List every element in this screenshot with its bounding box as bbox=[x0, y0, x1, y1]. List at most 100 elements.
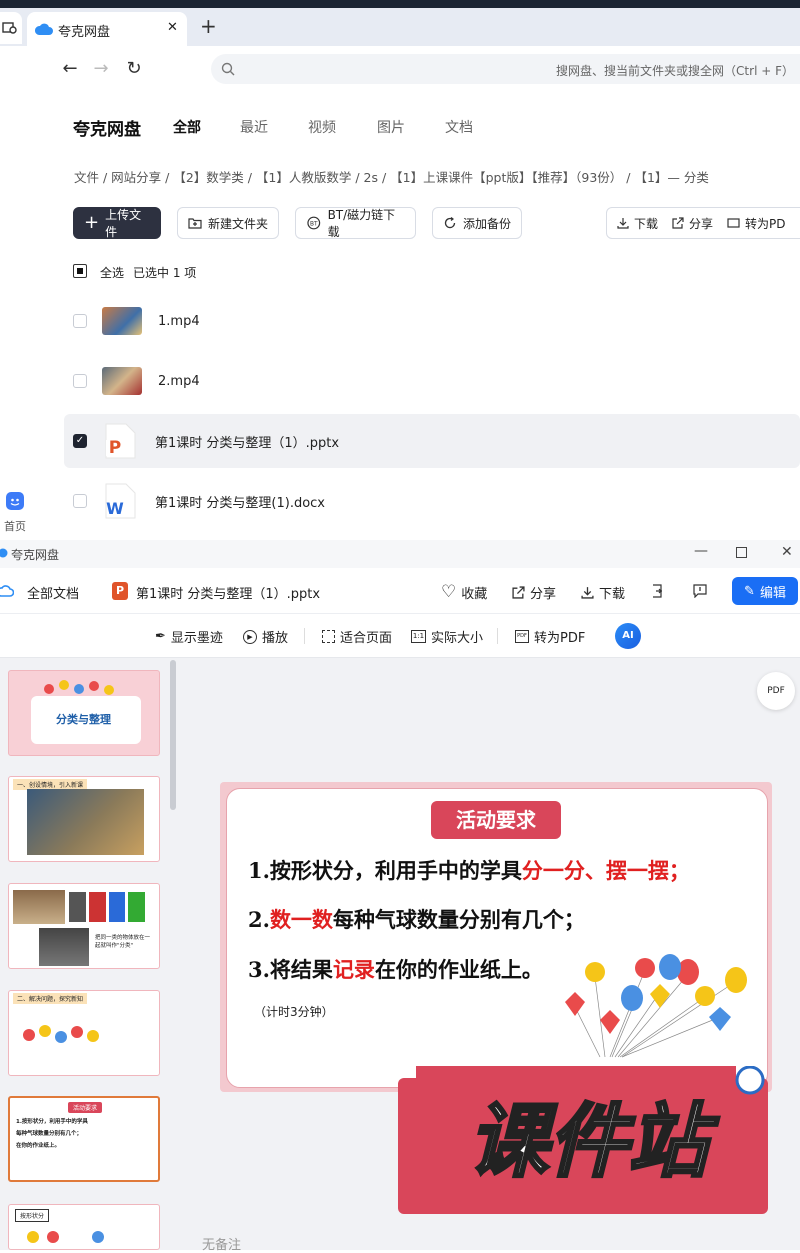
slide-thumbnail[interactable]: 分类与整理 bbox=[8, 670, 160, 756]
tab-docs[interactable]: 文档 bbox=[445, 117, 473, 137]
row-checkbox-checked[interactable]: ✓ bbox=[73, 434, 87, 448]
export-icon[interactable] bbox=[650, 584, 664, 598]
download-icon bbox=[617, 218, 629, 229]
upload-label: 上传文件 bbox=[105, 208, 142, 239]
doc-name: 第1课时 分类与整理（1）.pptx bbox=[136, 587, 321, 602]
tab-search-icon[interactable] bbox=[0, 12, 22, 44]
back-button[interactable]: ← bbox=[57, 56, 83, 82]
thumb-title: 活动要求 bbox=[68, 1102, 103, 1113]
tab-title: 夸克网盘 bbox=[58, 25, 111, 40]
share-icon bbox=[512, 586, 525, 599]
share-action[interactable]: 分享 bbox=[512, 583, 556, 602]
plus-icon: + bbox=[84, 212, 100, 233]
viewer-window-title: 夸克网盘 bbox=[11, 548, 60, 562]
video-thumbnail bbox=[102, 367, 142, 395]
download-icon bbox=[581, 587, 594, 599]
to-pdf-label: 转为PD bbox=[745, 216, 786, 231]
balloons-icon bbox=[27, 1231, 104, 1243]
slide-thumbnail[interactable]: 一、创设情境，引入新课 bbox=[8, 776, 160, 862]
pdf-float-button[interactable]: PDF bbox=[757, 672, 795, 710]
row-checkbox[interactable] bbox=[73, 494, 87, 508]
file-row[interactable]: 2.mp4 bbox=[64, 354, 800, 408]
cloud-icon bbox=[35, 23, 53, 35]
play-button[interactable]: ▶ 播放 bbox=[243, 627, 288, 646]
share-action[interactable]: 分享 bbox=[672, 215, 713, 232]
tab-image[interactable]: 图片 bbox=[377, 117, 405, 137]
to-pdf-button[interactable]: PDF 转为PDF bbox=[515, 627, 585, 646]
to-pdf-action[interactable]: 转为PD bbox=[727, 215, 786, 232]
heart-icon: ♡ bbox=[441, 582, 457, 602]
minimize-button[interactable]: — bbox=[694, 543, 708, 559]
slide-thumbnail[interactable]: 把同一类的物体放在一起就叫作"分类" bbox=[8, 883, 160, 969]
close-icon[interactable]: ✕ bbox=[167, 20, 178, 35]
upload-button[interactable]: + 上传文件 bbox=[73, 207, 161, 239]
ink-icon: ✒ bbox=[155, 629, 166, 644]
download-action[interactable]: 下载 bbox=[617, 215, 658, 232]
tab-recent[interactable]: 最近 bbox=[240, 117, 268, 137]
forward-button[interactable]: → bbox=[88, 56, 114, 82]
pdf-icon bbox=[727, 218, 740, 228]
slide-thumbnail[interactable]: 按形状分 bbox=[8, 1204, 160, 1250]
new-tab-button[interactable]: + bbox=[200, 14, 217, 38]
favorite-action[interactable]: ♡ 收藏 bbox=[441, 582, 487, 602]
divider bbox=[497, 628, 498, 644]
thumb-image bbox=[13, 890, 65, 924]
balloons-illustration bbox=[565, 954, 747, 1058]
fit-page-button[interactable]: 适合页面 bbox=[322, 627, 392, 646]
ai-assistant-icon[interactable]: AI bbox=[615, 623, 641, 649]
slide-thumbnail[interactable]: 二、解决问题，探究新知 bbox=[8, 990, 160, 1076]
reload-button[interactable]: ↻ bbox=[121, 56, 147, 82]
divider bbox=[304, 628, 305, 644]
download-action[interactable]: 下载 bbox=[581, 583, 625, 602]
file-name[interactable]: 2.mp4 bbox=[158, 374, 200, 389]
close-window-button[interactable]: ✕ bbox=[781, 544, 793, 560]
all-docs-link[interactable]: 全部文档 bbox=[27, 583, 79, 602]
file-row[interactable]: 1.mp4 bbox=[64, 294, 800, 348]
viewer-toolbar: ✒ 显示墨迹 ▶ 播放 适合页面 1:1 实际大小 PDF 转为PDF AI bbox=[0, 614, 800, 658]
slide-thumbnail-active[interactable]: 活动要求 1.按形状分，利用手中的学具 每种气球数量分别有几个； 在你的作业纸上。 bbox=[8, 1096, 160, 1182]
new-folder-label: 新建文件夹 bbox=[208, 216, 269, 231]
bt-icon: BT bbox=[307, 216, 321, 230]
search-input[interactable]: 搜网盘、搜当前文件夹或搜全网（Ctrl + F） bbox=[211, 54, 800, 84]
bt-label: BT/磁力链下载 bbox=[327, 208, 396, 239]
row-checkbox[interactable] bbox=[73, 314, 87, 328]
slide-line-2: 2.数一数每种气球数量分别有几个； bbox=[248, 907, 585, 932]
home-icon[interactable] bbox=[6, 492, 24, 510]
cloud-icon bbox=[0, 548, 8, 558]
file-name[interactable]: 1.mp4 bbox=[158, 314, 200, 329]
thumb-title: 把同一类的物体放在一起就叫作"分类" bbox=[95, 935, 151, 950]
file-name[interactable]: 第1课时 分类与整理（1）.pptx bbox=[155, 432, 339, 451]
slide-badge: 活动要求 bbox=[431, 801, 561, 839]
home-label[interactable]: 首页 bbox=[4, 518, 26, 534]
maximize-button[interactable] bbox=[736, 547, 747, 558]
thumb-title: 分类与整理 bbox=[56, 713, 111, 726]
balloons-icon bbox=[44, 680, 114, 695]
show-ink-button[interactable]: ✒ 显示墨迹 bbox=[155, 627, 223, 646]
edit-label: 编辑 bbox=[759, 585, 786, 601]
edit-button[interactable]: ✎ 编辑 bbox=[732, 577, 798, 605]
thumbnail-scrollbar[interactable] bbox=[170, 660, 176, 810]
share-label: 分享 bbox=[530, 587, 557, 602]
row-checkbox[interactable] bbox=[73, 374, 87, 388]
new-folder-button[interactable]: 新建文件夹 bbox=[177, 207, 279, 239]
file-row[interactable]: W 第1课时 分类与整理(1).docx bbox=[64, 474, 800, 528]
file-name[interactable]: 第1课时 分类与整理(1).docx bbox=[155, 492, 325, 511]
add-backup-button[interactable]: 添加备份 bbox=[432, 207, 522, 239]
select-all-checkbox[interactable] bbox=[73, 264, 87, 278]
search-placeholder: 搜网盘、搜当前文件夹或搜全网（Ctrl + F） bbox=[556, 64, 794, 78]
bt-download-button[interactable]: BT BT/磁力链下载 bbox=[295, 207, 416, 239]
browser-tab-quark[interactable]: 夸克网盘 ✕ bbox=[27, 12, 187, 46]
tab-all[interactable]: 全部 bbox=[173, 117, 201, 137]
docx-file-icon: W bbox=[105, 483, 136, 519]
fit-icon bbox=[322, 630, 335, 643]
topdf-label: 转为PDF bbox=[534, 631, 586, 646]
actual-size-button[interactable]: 1:1 实际大小 bbox=[411, 627, 483, 646]
file-row-selected[interactable]: ✓ P 第1课时 分类与整理（1）.pptx bbox=[64, 414, 800, 468]
viewer-titlebar: 夸克网盘 — ✕ bbox=[0, 540, 800, 568]
feedback-icon[interactable] bbox=[693, 584, 707, 598]
tab-video[interactable]: 视频 bbox=[308, 117, 336, 137]
select-all-label[interactable]: 全选 bbox=[100, 264, 124, 281]
breadcrumb[interactable]: 文件 / 网站分享 / 【2】数学类 / 【1】人教版数学 / 2s / 【1】… bbox=[74, 167, 800, 186]
svg-text:W: W bbox=[106, 499, 124, 518]
download-label: 下载 bbox=[634, 216, 659, 231]
